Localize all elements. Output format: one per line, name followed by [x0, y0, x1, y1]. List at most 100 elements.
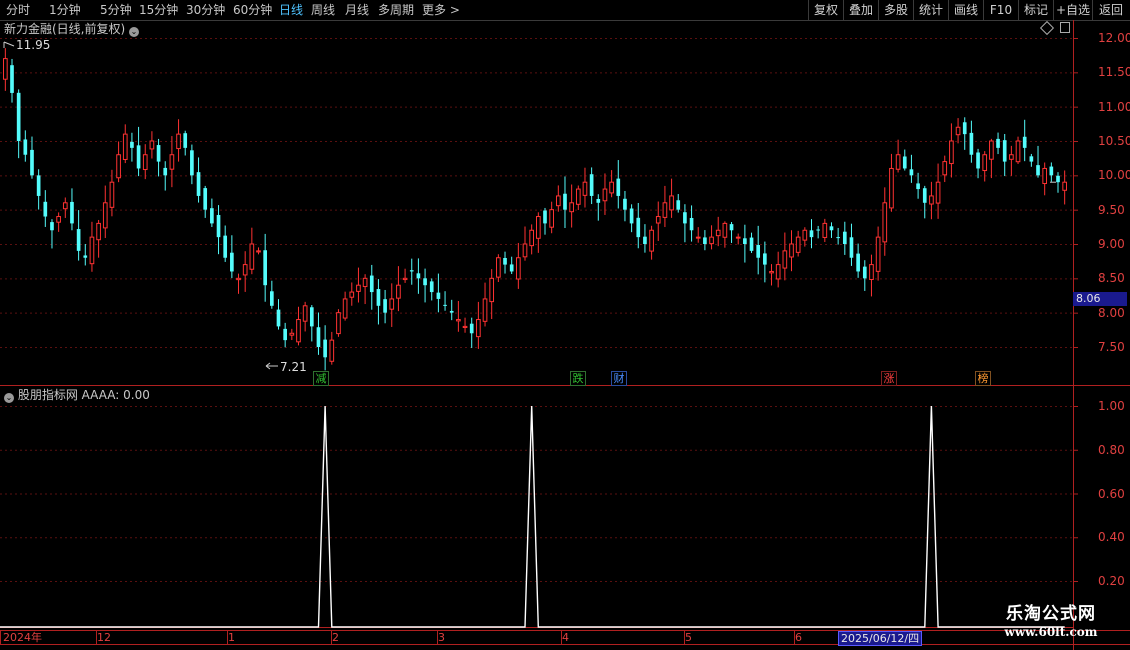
aaaa-indicator-line: [0, 405, 1065, 628]
y-tick-label: 8.50: [1098, 271, 1125, 286]
candle: [655, 201, 661, 241]
candle: [955, 118, 961, 144]
event-marker-finance[interactable]: 财: [611, 371, 627, 386]
candle: [649, 225, 654, 260]
candle: [156, 138, 161, 177]
candle: [949, 123, 954, 178]
x-axis-ticks: [0, 630, 795, 644]
candle: [62, 197, 68, 218]
indicator-name-label: 股朋指标网 AAAA: 0.00: [17, 388, 150, 402]
chevron-down-icon[interactable]: ⌄: [4, 393, 14, 403]
candle: [89, 221, 95, 272]
candle: [875, 226, 881, 281]
candle: [436, 273, 441, 313]
candle: [396, 266, 401, 312]
stock-chart[interactable]: [0, 0, 1130, 650]
candle: [136, 126, 141, 177]
candle: [722, 221, 728, 248]
candle: [190, 144, 194, 185]
candle: [223, 225, 228, 262]
candle: [210, 198, 214, 227]
watermark-url: www.60lt.com: [1004, 625, 1098, 639]
event-marker-fall[interactable]: 跌: [570, 371, 586, 386]
candle: [643, 224, 647, 253]
candle: [336, 309, 341, 337]
candle: [842, 221, 847, 255]
x-label-feb: 2: [332, 631, 339, 644]
candle: [789, 230, 794, 272]
candle: [802, 227, 808, 247]
candle: [83, 244, 88, 266]
candle: [703, 230, 707, 251]
candle: [1002, 133, 1007, 177]
candle: [10, 58, 14, 103]
candle: [549, 201, 554, 234]
candle: [496, 254, 501, 283]
candle: [296, 306, 301, 346]
chevron-down-icon[interactable]: ⌄: [129, 27, 140, 37]
candle: [482, 282, 488, 327]
candle: [582, 167, 588, 208]
x-label-jan: 1: [228, 631, 235, 644]
candle: [982, 151, 988, 182]
candle: [402, 268, 408, 283]
candle: [695, 227, 701, 243]
candle: [362, 274, 368, 305]
candle: [309, 305, 314, 342]
panel-layout-icon[interactable]: [1060, 22, 1070, 33]
candle: [596, 194, 601, 221]
candle: [822, 218, 828, 243]
candle: [662, 185, 668, 228]
candle: [289, 328, 295, 341]
main-panel-title: 新力金融(日线,前复权) ⌄: [4, 21, 140, 37]
candle: [602, 173, 608, 215]
event-marker-rank[interactable]: 榜: [975, 371, 991, 386]
candle: [902, 149, 907, 171]
candle: [735, 233, 741, 245]
main-grid: [0, 38, 1078, 348]
aaaa-line-path: [0, 405, 1065, 628]
candle: [109, 169, 115, 217]
candle: [962, 117, 967, 150]
candle: [256, 247, 261, 255]
candle: [1056, 172, 1060, 193]
candle: [1049, 162, 1054, 182]
candle: [782, 232, 788, 281]
candle: [916, 172, 920, 199]
candle: [30, 136, 34, 179]
y-tick-label: 8.00: [1098, 305, 1125, 320]
y-tick-label: 11.50: [1098, 65, 1130, 80]
candle: [230, 235, 234, 279]
candle: [769, 264, 774, 286]
candle: [142, 144, 148, 180]
candle: [816, 225, 820, 239]
candle: [575, 185, 581, 210]
candle: [102, 185, 108, 239]
candle: [249, 227, 255, 275]
high-price-label: 11.95: [16, 38, 51, 52]
candle: [356, 267, 361, 303]
event-marker-reduce[interactable]: 减: [313, 371, 329, 386]
y-tick-label: 9.00: [1098, 237, 1125, 251]
low-marker-arrow: [265, 362, 278, 370]
candlestick-series: [2, 48, 1068, 371]
candle: [882, 187, 888, 256]
watermark: 乐淘公式网 www.60lt.com: [986, 604, 1116, 640]
candle: [456, 301, 461, 332]
event-marker-rise[interactable]: 涨: [881, 371, 897, 386]
candle: [183, 130, 188, 156]
candle: [689, 205, 694, 242]
chart-frame: [0, 20, 1130, 650]
candle: [369, 264, 374, 310]
candle: [429, 278, 434, 301]
candle: [909, 154, 914, 183]
y-tick-label: 7.50: [1098, 340, 1125, 354]
candle: [1015, 136, 1021, 164]
candle: [609, 170, 614, 198]
candle: [756, 225, 761, 275]
y-tick-label: 1.00: [1098, 399, 1125, 413]
candle: [269, 280, 274, 309]
candle: [509, 256, 514, 274]
y-tick-label: 11.00: [1098, 99, 1130, 114]
candle: [889, 153, 894, 212]
